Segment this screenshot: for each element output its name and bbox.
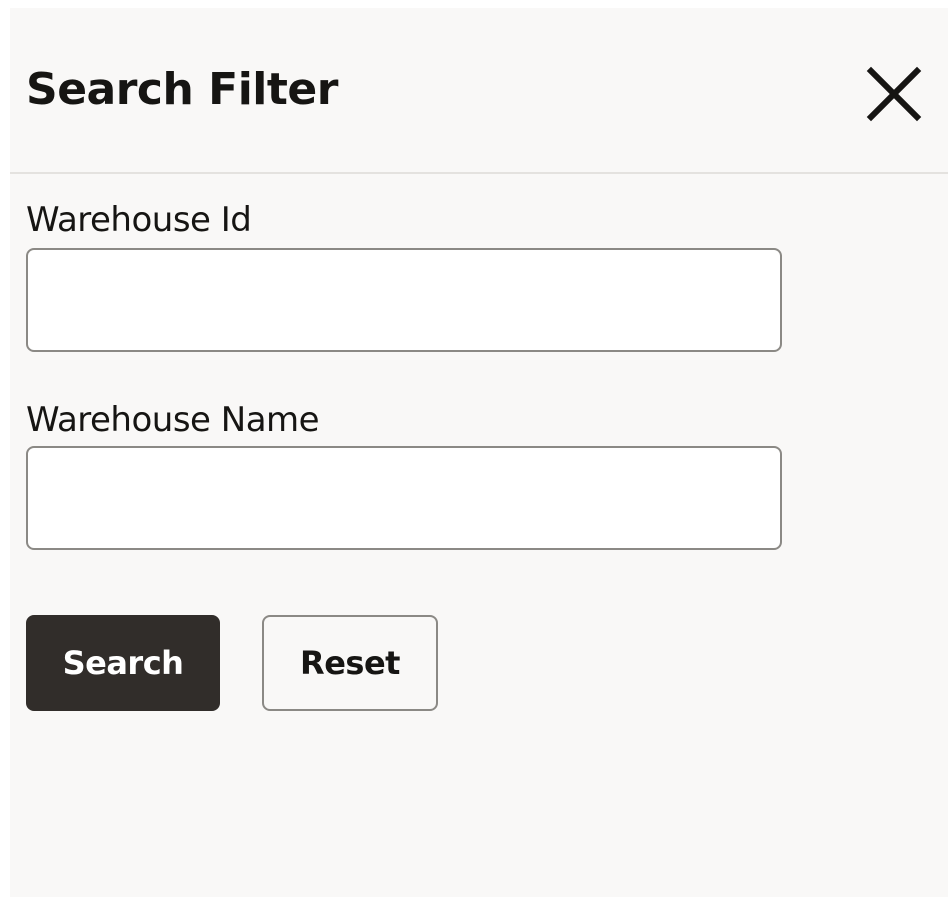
- warehouse-name-input[interactable]: [26, 446, 782, 550]
- panel-header: Search Filter: [10, 8, 948, 174]
- search-filter-panel: Search Filter Warehouse Id Warehouse Nam…: [10, 8, 948, 897]
- panel-title: Search Filter: [26, 64, 338, 115]
- warehouse-name-label: Warehouse Name: [26, 400, 320, 440]
- close-icon: [866, 66, 922, 122]
- search-button[interactable]: Search: [26, 615, 220, 711]
- warehouse-id-input[interactable]: [26, 248, 782, 352]
- reset-button[interactable]: Reset: [262, 615, 438, 711]
- close-button[interactable]: [858, 58, 930, 130]
- warehouse-id-label: Warehouse Id: [26, 200, 252, 240]
